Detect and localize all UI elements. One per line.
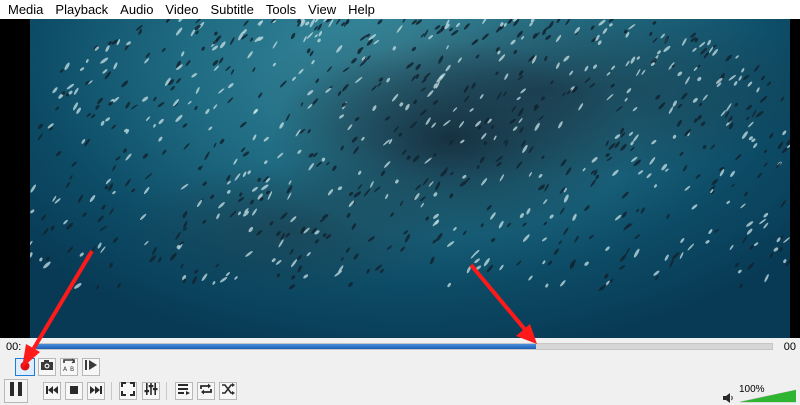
loop-icon <box>199 382 213 401</box>
separator <box>166 382 167 400</box>
svg-text:B: B <box>70 366 74 372</box>
fish-school-image <box>30 19 790 292</box>
camera-icon <box>40 358 54 376</box>
seek-row: 00: 00 <box>0 338 800 356</box>
shuffle-button[interactable] <box>219 382 237 400</box>
menu-subtitle[interactable]: Subtitle <box>204 0 259 19</box>
seek-slider[interactable] <box>35 343 773 350</box>
stop-button[interactable] <box>65 382 83 400</box>
next-button[interactable] <box>87 382 105 400</box>
pause-button[interactable] <box>4 379 28 403</box>
volume-slider[interactable] <box>740 389 796 403</box>
playlist-icon <box>177 382 191 400</box>
menu-help[interactable]: Help <box>342 0 381 19</box>
record-icon <box>20 358 30 376</box>
frame-step-button[interactable] <box>82 358 100 376</box>
elapsed-time: 00: <box>6 341 22 353</box>
snapshot-button[interactable] <box>38 358 56 376</box>
separator <box>111 382 112 400</box>
extended-settings-icon <box>144 382 158 401</box>
previous-icon <box>45 382 59 400</box>
menu-view[interactable]: View <box>302 0 342 19</box>
video-display[interactable] <box>0 19 800 338</box>
seek-progress-fill <box>36 344 537 349</box>
frame-step-icon <box>84 358 98 376</box>
menu-playback[interactable]: Playback <box>49 0 114 19</box>
pause-icon <box>9 381 23 402</box>
svg-text:A: A <box>63 366 68 372</box>
loop-ab-icon: AB <box>62 358 76 377</box>
previous-button[interactable] <box>43 382 61 400</box>
loop-ab-button[interactable]: AB <box>60 358 78 376</box>
speaker-icon[interactable] <box>722 391 734 405</box>
fullscreen-button[interactable] <box>119 381 137 401</box>
menu-media[interactable]: Media <box>2 0 49 19</box>
record-button[interactable] <box>15 358 35 376</box>
total-time: 00 <box>783 341 796 353</box>
loop-button[interactable] <box>197 382 215 400</box>
shuffle-icon <box>221 382 235 401</box>
menu-bar: Media Playback Audio Video Subtitle Tool… <box>0 0 800 19</box>
fullscreen-icon <box>121 381 135 401</box>
video-frame <box>30 19 790 338</box>
playlist-button[interactable] <box>175 382 193 400</box>
stop-icon <box>69 382 79 400</box>
menu-video[interactable]: Video <box>159 0 204 19</box>
menu-tools[interactable]: Tools <box>260 0 302 19</box>
extended-settings-button[interactable] <box>142 382 160 400</box>
next-icon <box>89 382 103 400</box>
menu-audio[interactable]: Audio <box>114 0 159 19</box>
